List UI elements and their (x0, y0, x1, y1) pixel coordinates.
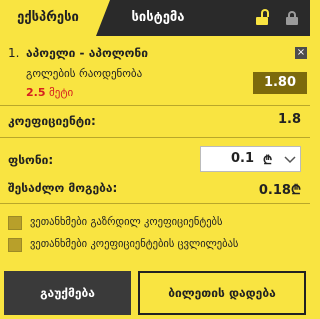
stake-value: 0.1 (231, 151, 255, 166)
selection-value: 2.5 (26, 86, 46, 99)
match-title: აპოელი - აპოლონი (26, 46, 149, 60)
cancel-button[interactable]: გაუქმება (4, 271, 131, 315)
lari-icon: ₾ (263, 153, 273, 167)
lock-icon[interactable] (286, 11, 298, 25)
odds-value: 1.80 (253, 72, 307, 94)
selection-unit: მეტი (49, 86, 74, 99)
lock-open-icon[interactable] (256, 9, 269, 25)
divider (0, 137, 310, 138)
divider (0, 203, 310, 204)
option-odds-change[interactable]: ვეთანხმები კოეფიციენტების ცვლილებას (8, 236, 298, 254)
possible-win-label: შესაძლო მოგება: (8, 181, 118, 195)
divider (0, 105, 310, 106)
checkbox[interactable] (8, 216, 22, 230)
stake-label: ფსონი: (8, 153, 54, 167)
tab-system[interactable]: სისტემა (108, 0, 208, 36)
option-increased-odds[interactable]: ვეთანხმები გაზრდილ კოეფიციენტებს (8, 214, 298, 232)
bet-slip-tabs: ექსპრესი სისტემა (0, 0, 310, 36)
checkbox[interactable] (8, 238, 22, 252)
bet-index: 1. (8, 46, 20, 60)
option-label: ვეთანხმები კოეფიციენტების ცვლილებას (30, 238, 239, 250)
coefficient-label: კოეფიციენტი: (8, 114, 96, 128)
stake-input[interactable]: 0.1 ₾ (200, 146, 301, 172)
market-name: გოლების რაოდენობა (26, 67, 143, 80)
coefficient-value: 1.8 (277, 112, 301, 127)
chevron-down-icon[interactable] (283, 150, 297, 168)
place-bet-button[interactable]: ბილეთის დადება (138, 271, 306, 315)
tab-express[interactable]: ექსპრესი (0, 0, 110, 36)
possible-win-value: 0.18₾ (258, 183, 301, 198)
bet-slip-actions: გაუქმება ბილეთის დადება (0, 266, 310, 319)
option-label: ვეთანხმები გაზრდილ კოეფიციენტებს (30, 216, 223, 228)
selection: 2.5 მეტი (26, 86, 73, 99)
close-icon[interactable]: × (295, 47, 307, 59)
